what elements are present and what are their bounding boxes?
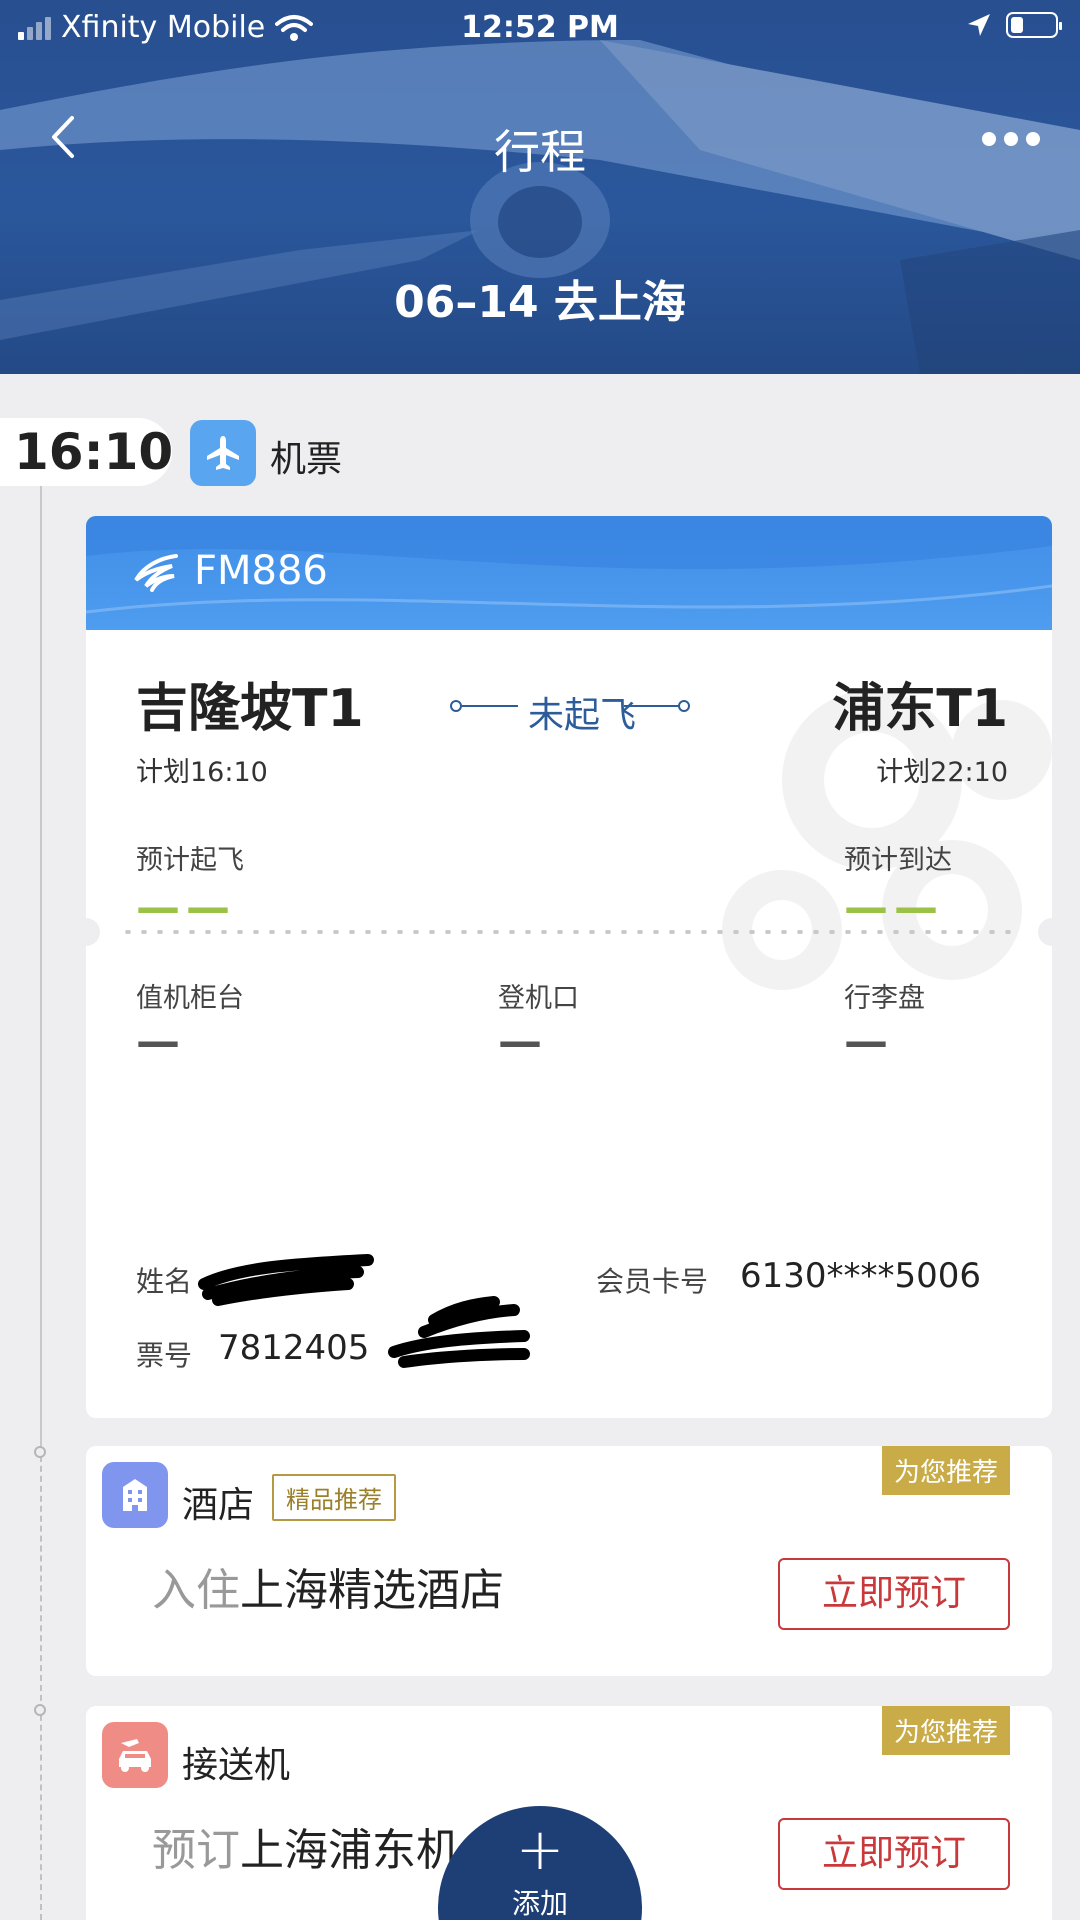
transfer-suggestion: 预订上海浦东机 xyxy=(152,1814,460,1878)
flight-number: FM886 xyxy=(194,548,328,594)
hotel-suggestion: 入住上海精选酒店 xyxy=(152,1554,504,1618)
ticket-number: 7812405 xyxy=(218,1328,370,1368)
checkin-counter-label: 值机柜台 xyxy=(136,983,244,1014)
redacted-ticket xyxy=(388,1296,530,1368)
premium-tag: 精品推荐 xyxy=(272,1474,396,1521)
hotel-recommendation-card[interactable]: 为您推荐 酒店 精品推荐 入住上海精选酒店 立即预订 xyxy=(86,1446,1052,1676)
page-title: 行程 xyxy=(494,125,586,179)
arrival-airport: 浦东T1 xyxy=(832,679,1008,739)
header-banner: Xfinity Mobile 12:52 PM 行程 06–14 去上海 xyxy=(0,0,1080,374)
hotel-suggestion-verb: 入住 xyxy=(152,1565,240,1616)
location-arrow-icon xyxy=(968,14,990,36)
timeline-dot xyxy=(34,1446,46,1458)
ticket-notch-left xyxy=(86,918,100,946)
hotel-building-icon xyxy=(102,1462,168,1528)
checkin-counter-value: — xyxy=(136,1016,180,1067)
add-button-label: 添加 xyxy=(511,1887,568,1920)
flight-section-label: 机票 xyxy=(270,439,343,480)
est-departure-value: —— xyxy=(136,882,236,933)
trip-title: 06–14 去上海 xyxy=(394,277,686,328)
status-bar: Xfinity Mobile 12:52 PM xyxy=(0,0,1080,56)
airplane-icon xyxy=(190,420,256,486)
transfer-suggestion-verb: 预订 xyxy=(152,1825,240,1876)
transfer-suggestion-name: 上海浦东机 xyxy=(240,1825,460,1876)
add-button[interactable]: + 添加 xyxy=(438,1806,642,1920)
timeline-dot xyxy=(34,1704,46,1716)
hotel-suggestion-name: 上海精选酒店 xyxy=(240,1565,504,1616)
flight-card[interactable]: FM886 吉隆坡T1 浦东T1 未起飞 计划16:10 计划22:10 预计起… xyxy=(86,516,1052,1418)
book-transfer-button[interactable]: 立即预订 xyxy=(778,1818,1010,1890)
passenger-name-label: 姓名 xyxy=(136,1265,193,1298)
car-plane-icon xyxy=(102,1722,168,1788)
more-dots-icon xyxy=(982,132,996,146)
flight-status-text: 未起飞 xyxy=(528,695,637,736)
baggage-carousel-label: 行李盘 xyxy=(844,983,925,1014)
airline-logo-icon xyxy=(134,554,178,592)
scheduled-departure: 计划16:10 xyxy=(136,757,268,788)
recommend-badge: 为您推荐 xyxy=(881,1706,1010,1755)
departure-airport: 吉隆坡T1 xyxy=(136,679,364,739)
scheduled-arrival: 计划22:10 xyxy=(876,757,1008,788)
book-hotel-button[interactable]: 立即预订 xyxy=(778,1558,1010,1630)
redacted-name xyxy=(198,1254,374,1306)
gate-label: 登机口 xyxy=(498,983,579,1014)
more-button[interactable] xyxy=(982,132,1040,146)
ticket-number-label: 票号 xyxy=(136,1339,193,1372)
recommend-badge: 为您推荐 xyxy=(881,1446,1010,1495)
timeline-line xyxy=(40,486,42,1446)
status-right xyxy=(966,12,1062,38)
plus-icon: + xyxy=(515,1815,565,1883)
gate-value: — xyxy=(498,1016,542,1067)
member-card-number: 6130****5006 xyxy=(740,1256,982,1296)
member-card-label: 会员卡号 xyxy=(596,1265,709,1298)
hotel-title: 酒店 xyxy=(182,1485,255,1526)
est-departure-label: 预计起飞 xyxy=(136,845,244,876)
baggage-carousel-value: — xyxy=(844,1016,888,1067)
battery-icon xyxy=(1006,12,1062,38)
est-arrival-label: 预计到达 xyxy=(844,845,952,876)
timeline-dashed-line xyxy=(40,1446,42,1920)
est-arrival-value: —— xyxy=(844,882,944,933)
flight-time-pill: 16:10 xyxy=(0,418,173,486)
flight-card-header: FM886 xyxy=(86,516,1052,630)
ticket-perforation xyxy=(120,930,1018,934)
status-time: 12:52 PM xyxy=(461,10,619,45)
flight-status: 未起飞 xyxy=(450,676,690,736)
transfer-title: 接送机 xyxy=(182,1745,291,1786)
